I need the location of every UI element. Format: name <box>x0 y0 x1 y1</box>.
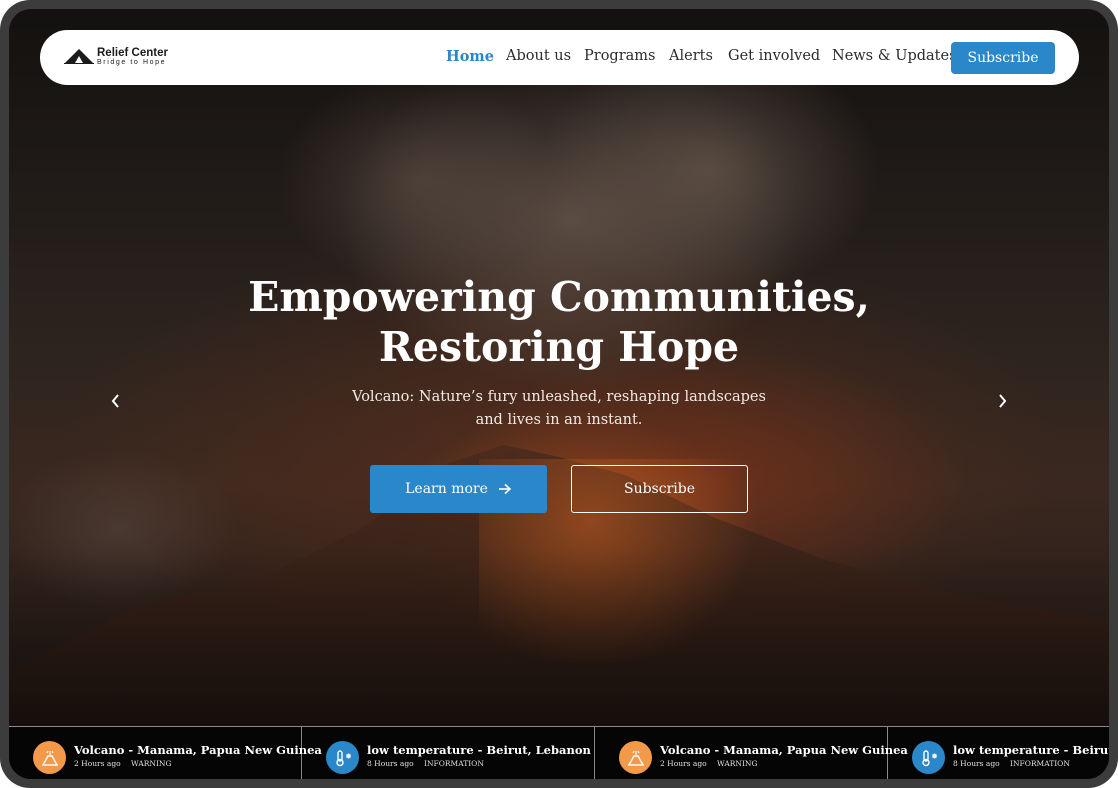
alert-title: Volcano - Manama, Papua New Guinea <box>74 743 322 757</box>
alert-time: 2 Hours ago <box>74 759 121 768</box>
thermometer-icon <box>326 741 359 774</box>
tent-logo-icon <box>64 49 94 64</box>
alert-level: WARNING <box>131 759 172 768</box>
alert-title: Volcano - Manama, Papua New Guinea <box>660 743 908 757</box>
brand-logo[interactable]: Relief Center Bridge to Hope <box>64 46 174 70</box>
top-navbar: Relief Center Bridge to Hope Home About … <box>40 30 1079 85</box>
carousel-prev-button[interactable] <box>101 386 131 416</box>
thermometer-icon <box>912 741 945 774</box>
brand-name: Relief Center <box>97 47 168 59</box>
hero-description: Volcano: Nature’s fury unleashed, reshap… <box>352 389 766 428</box>
alert-title: low temperature - Beirut, Lebanon <box>953 743 1109 757</box>
nav-item-get-involved[interactable]: Get involved <box>728 48 820 64</box>
chevron-right-icon <box>999 394 1007 408</box>
alert-level: WARNING <box>717 759 758 768</box>
hero-title-line-1: Empowering Communities, <box>248 273 870 321</box>
alert-level: INFORMATION <box>424 759 484 768</box>
nav-item-alerts[interactable]: Alerts <box>669 48 713 64</box>
nav-item-home[interactable]: Home <box>446 48 494 65</box>
device-frame: Relief Center Bridge to Hope Home About … <box>0 0 1118 788</box>
hero-title-line-2: Restoring Hope <box>378 323 740 371</box>
alert-level: INFORMATION <box>1010 759 1070 768</box>
chevron-left-icon <box>111 394 119 408</box>
volcano-icon <box>619 741 652 774</box>
alert-time: 8 Hours ago <box>953 759 1000 768</box>
alert-item[interactable]: low temperature - Beirut, Lebanon 8 Hour… <box>888 727 1109 779</box>
alert-time: 8 Hours ago <box>367 759 414 768</box>
nav-item-news-updates[interactable]: News & Updates <box>832 48 957 64</box>
nav-item-programs[interactable]: Programs <box>584 48 655 64</box>
alert-time: 2 Hours ago <box>660 759 707 768</box>
alert-title: low temperature - Beirut, Lebanon <box>367 743 591 757</box>
alert-item[interactable]: low temperature - Beirut, Lebanon 8 Hour… <box>302 727 595 779</box>
nav-subscribe-button[interactable]: Subscribe <box>951 42 1055 74</box>
nav-item-about-us[interactable]: About us <box>506 48 571 64</box>
alerts-ticker: Volcano - Manama, Papua New Guinea 2 Hou… <box>9 726 1109 779</box>
hero-title: Empowering Communities, Restoring Hope <box>9 272 1109 372</box>
learn-more-button[interactable]: Learn more <box>370 465 547 513</box>
carousel-next-button[interactable] <box>987 386 1017 416</box>
volcano-icon <box>33 741 66 774</box>
alert-item[interactable]: Volcano - Manama, Papua New Guinea 2 Hou… <box>595 727 908 779</box>
hero-screen: Relief Center Bridge to Hope Home About … <box>9 9 1109 779</box>
hero-subscribe-button[interactable]: Subscribe <box>571 465 748 513</box>
brand-tagline: Bridge to Hope <box>97 59 167 66</box>
alert-item[interactable]: Volcano - Manama, Papua New Guinea 2 Hou… <box>9 727 322 779</box>
arrow-right-icon <box>498 483 512 495</box>
learn-more-label: Learn more <box>405 481 488 497</box>
